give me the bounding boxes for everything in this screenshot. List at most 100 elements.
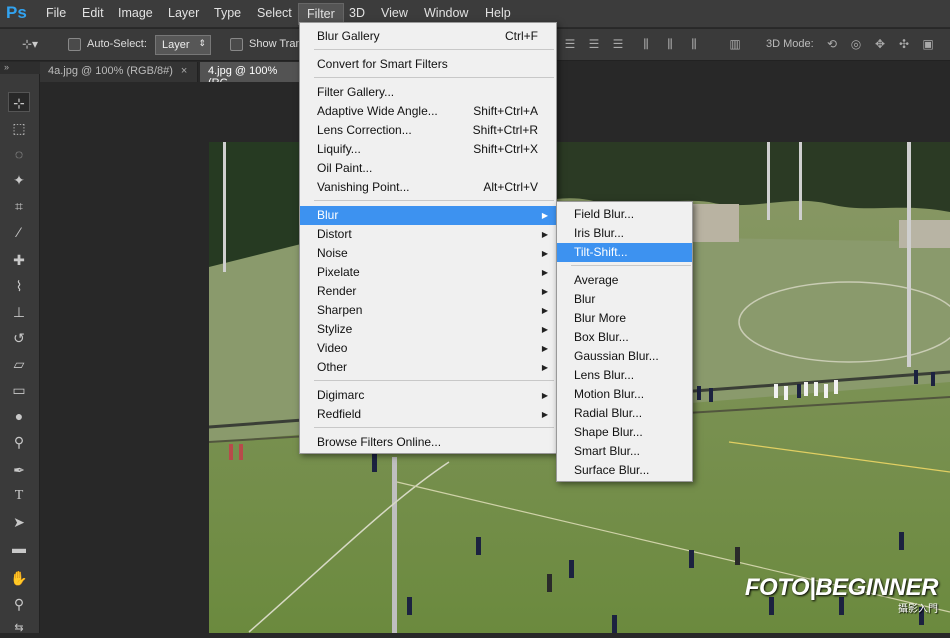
- auto-select-target-dropdown[interactable]: Layer ⇕: [155, 35, 211, 55]
- menu-help[interactable]: Help: [485, 6, 511, 20]
- align-vcenter-icon[interactable]: ☰: [586, 37, 602, 51]
- crop-tool-icon[interactable]: ⌗: [8, 196, 30, 216]
- dropdown-arrows-icon: ⇕: [198, 38, 206, 48]
- rectangle-tool-icon[interactable]: ▬: [8, 538, 30, 558]
- menu-item-filter-gallery[interactable]: Filter Gallery...: [300, 83, 556, 102]
- menu-item-average[interactable]: Average: [557, 271, 692, 290]
- dodge-tool-icon[interactable]: ⚲: [8, 432, 30, 452]
- pen-tool-icon[interactable]: ✒: [8, 460, 30, 480]
- menu-item-video[interactable]: Video ▶: [300, 339, 556, 358]
- brush-tool-icon[interactable]: ⌇: [8, 276, 30, 296]
- menu-item-liquify[interactable]: Liquify... Shift+Ctrl+X: [300, 140, 556, 159]
- show-transform-checkbox[interactable]: [230, 38, 243, 51]
- menu-item-digimarc[interactable]: Digimarc ▶: [300, 386, 556, 405]
- submenu-arrow-icon: ▶: [541, 325, 548, 334]
- menu-item-sharpen[interactable]: Sharpen ▶: [300, 301, 556, 320]
- distribute-left-icon[interactable]: ⫼: [638, 37, 654, 51]
- menu-item-box-blur[interactable]: Box Blur...: [557, 328, 692, 347]
- menu-item-gaussian-blur[interactable]: Gaussian Blur...: [557, 347, 692, 366]
- menu-item-noise[interactable]: Noise ▶: [300, 244, 556, 263]
- close-icon[interactable]: ×: [181, 65, 187, 77]
- menu-item-label: Digimarc: [317, 388, 365, 402]
- menu-item-label: Convert for Smart Filters: [317, 57, 448, 71]
- menu-item-label: Blur: [574, 292, 596, 306]
- menu-type[interactable]: Type: [214, 6, 241, 20]
- menu-item-render[interactable]: Render ▶: [300, 282, 556, 301]
- menu-item-stylize[interactable]: Stylize ▶: [300, 320, 556, 339]
- menu-window[interactable]: Window: [424, 6, 468, 20]
- menu-item-tilt-shift[interactable]: Tilt-Shift...: [557, 243, 692, 262]
- menu-item-blur-filter[interactable]: Blur: [557, 290, 692, 309]
- menu-image[interactable]: Image: [118, 6, 153, 20]
- menu-edit[interactable]: Edit: [82, 6, 104, 20]
- distribute-right-icon[interactable]: ⫼: [686, 37, 702, 51]
- menu-item-label: Filter Gallery...: [317, 85, 395, 99]
- photoshop-logo: Ps: [6, 3, 27, 22]
- menu-item-field-blur[interactable]: Field Blur...: [557, 205, 692, 224]
- menu-item-distort[interactable]: Distort ▶: [300, 225, 556, 244]
- menu-item-shape-blur[interactable]: Shape Blur...: [557, 423, 692, 442]
- collapse-panel-icon[interactable]: »: [0, 62, 40, 74]
- path-selection-tool-icon[interactable]: ➤: [8, 512, 30, 532]
- menu-item-lens-correction[interactable]: Lens Correction... Shift+Ctrl+R: [300, 121, 556, 140]
- shortcut-label: Alt+Ctrl+V: [483, 180, 538, 194]
- auto-select-checkbox[interactable]: [68, 38, 81, 51]
- distribute-hcenter-icon[interactable]: ⫼: [662, 37, 678, 51]
- type-tool-icon[interactable]: T: [8, 486, 30, 506]
- auto-select-label: Auto-Select:: [87, 38, 147, 50]
- move-tool-icon[interactable]: ⊹: [8, 92, 30, 112]
- menu-item-blur-more[interactable]: Blur More: [557, 309, 692, 328]
- menu-layer[interactable]: Layer: [168, 6, 199, 20]
- clone-stamp-tool-icon[interactable]: ⊥: [8, 302, 30, 322]
- menu-item-blur[interactable]: Blur ▶: [300, 206, 556, 225]
- move-tool-preset-icon[interactable]: ⊹▾: [22, 37, 38, 51]
- menu-3d[interactable]: 3D: [349, 6, 365, 20]
- menu-item-oil-paint[interactable]: Oil Paint...: [300, 159, 556, 178]
- align-top-icon[interactable]: ☰: [562, 37, 578, 51]
- menu-item-blur-gallery[interactable]: Blur Gallery Ctrl+F: [300, 27, 556, 46]
- 3d-roll-icon[interactable]: ◎: [848, 37, 864, 51]
- lasso-tool-icon[interactable]: ◌: [8, 144, 30, 164]
- menu-item-vanishing-point[interactable]: Vanishing Point... Alt+Ctrl+V: [300, 178, 556, 197]
- shortcut-label: Shift+Ctrl+R: [472, 123, 538, 137]
- menu-file[interactable]: File: [46, 6, 66, 20]
- menu-item-smart-blur[interactable]: Smart Blur...: [557, 442, 692, 461]
- menu-item-iris-blur[interactable]: Iris Blur...: [557, 224, 692, 243]
- menu-item-convert-smart-filters[interactable]: Convert for Smart Filters: [300, 55, 556, 74]
- auto-align-icon[interactable]: ▥: [727, 37, 743, 51]
- menu-item-radial-blur[interactable]: Radial Blur...: [557, 404, 692, 423]
- align-bottom-icon[interactable]: ☰: [610, 37, 626, 51]
- blur-submenu: Field Blur... Iris Blur... Tilt-Shift...…: [556, 201, 693, 482]
- 3d-scale-icon[interactable]: ▣: [920, 37, 936, 51]
- menu-item-label: Noise: [317, 246, 348, 260]
- history-brush-tool-icon[interactable]: ↺: [8, 328, 30, 348]
- zoom-tool-icon[interactable]: ⚲: [8, 594, 30, 614]
- healing-brush-tool-icon[interactable]: ✚: [8, 250, 30, 270]
- 3d-drag-icon[interactable]: ✥: [872, 37, 888, 51]
- blur-tool-icon[interactable]: ●: [8, 406, 30, 426]
- menu-item-browse-filters-online[interactable]: Browse Filters Online...: [300, 433, 556, 452]
- menu-item-other[interactable]: Other ▶: [300, 358, 556, 377]
- hand-tool-icon[interactable]: ✋: [8, 568, 30, 588]
- tab-4-jpg[interactable]: 4.jpg @ 100% (RG: [200, 62, 300, 89]
- menu-item-motion-blur[interactable]: Motion Blur...: [557, 385, 692, 404]
- menu-item-pixelate[interactable]: Pixelate ▶: [300, 263, 556, 282]
- default-colors-icon[interactable]: ⇆: [8, 618, 30, 638]
- eyedropper-tool-icon[interactable]: ⁄: [8, 222, 30, 242]
- menu-view[interactable]: View: [381, 6, 408, 20]
- menu-item-lens-blur[interactable]: Lens Blur...: [557, 366, 692, 385]
- marquee-tool-icon[interactable]: ⬚: [8, 118, 30, 138]
- eraser-tool-icon[interactable]: ▱: [8, 354, 30, 374]
- 3d-rotate-icon[interactable]: ⟲: [824, 37, 840, 51]
- menu-select[interactable]: Select: [257, 6, 292, 20]
- magic-wand-tool-icon[interactable]: ✦: [8, 170, 30, 190]
- submenu-arrow-icon: ▶: [541, 230, 548, 239]
- menu-item-redfield[interactable]: Redfield ▶: [300, 405, 556, 424]
- menu-item-label: Shape Blur...: [574, 425, 643, 439]
- menu-item-surface-blur[interactable]: Surface Blur...: [557, 461, 692, 480]
- gradient-tool-icon[interactable]: ▭: [8, 380, 30, 400]
- menu-item-label: Motion Blur...: [574, 387, 645, 401]
- tab-4a-jpg[interactable]: 4a.jpg @ 100% (RGB/8#) ×: [40, 62, 198, 82]
- menu-item-adaptive-wide-angle[interactable]: Adaptive Wide Angle... Shift+Ctrl+A: [300, 102, 556, 121]
- 3d-slide-icon[interactable]: ✣: [896, 37, 912, 51]
